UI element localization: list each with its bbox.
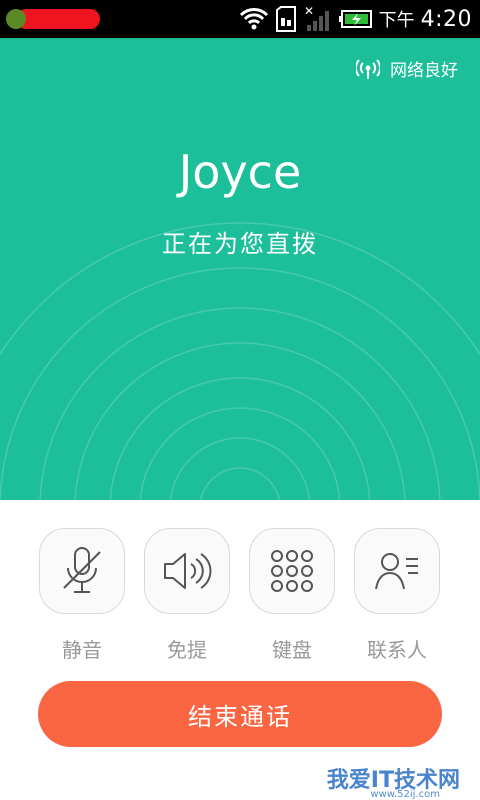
sd-card-icon xyxy=(275,6,297,32)
contact-name: Joyce xyxy=(178,145,302,199)
contacts-button[interactable] xyxy=(354,528,440,614)
end-call-button[interactable]: 结束通话 xyxy=(38,681,442,747)
wifi-icon xyxy=(239,7,269,31)
watermark-url: www.52ij.com xyxy=(370,789,440,800)
notification-icon xyxy=(16,9,100,29)
contacts-label: 联系人 xyxy=(367,638,427,662)
mute-button[interactable] xyxy=(39,528,125,614)
mute-label: 静音 xyxy=(62,638,102,662)
contacts-control: 联系人 xyxy=(354,528,440,663)
status-time: 4:20 xyxy=(420,6,472,32)
network-status-text: 网络良好 xyxy=(390,61,458,81)
keypad-icon xyxy=(269,548,315,594)
contacts-icon xyxy=(372,549,422,593)
mic-off-icon xyxy=(60,544,104,598)
status-icons: ✕ 下午 4:20 xyxy=(239,0,472,38)
speaker-label: 免提 xyxy=(167,638,207,662)
speaker-icon xyxy=(161,549,213,593)
notification-app-icon xyxy=(6,9,26,29)
call-state: 正在为您直拨 xyxy=(162,230,318,258)
network-signal-icon xyxy=(356,58,380,80)
speaker-control: 免提 xyxy=(144,528,230,663)
call-header: 网络良好 Joyce 正在为您直拨 xyxy=(0,38,480,500)
network-status: 网络良好 xyxy=(356,56,458,81)
status-ampm: 下午 xyxy=(378,10,415,31)
keypad-control: 键盘 xyxy=(249,528,335,663)
call-controls: 静音 免提 键盘 联系人 xyxy=(0,500,480,680)
signal-icon: ✕ xyxy=(303,5,333,33)
keypad-label: 键盘 xyxy=(272,638,312,662)
status-bar: ✕ 下午 4:20 xyxy=(0,0,480,38)
battery-charging-icon xyxy=(338,9,373,29)
mute-control: 静音 xyxy=(39,528,125,663)
svg-text:✕: ✕ xyxy=(304,5,314,18)
keypad-button[interactable] xyxy=(249,528,335,614)
speaker-button[interactable] xyxy=(144,528,230,614)
ripple-rings xyxy=(0,222,480,500)
